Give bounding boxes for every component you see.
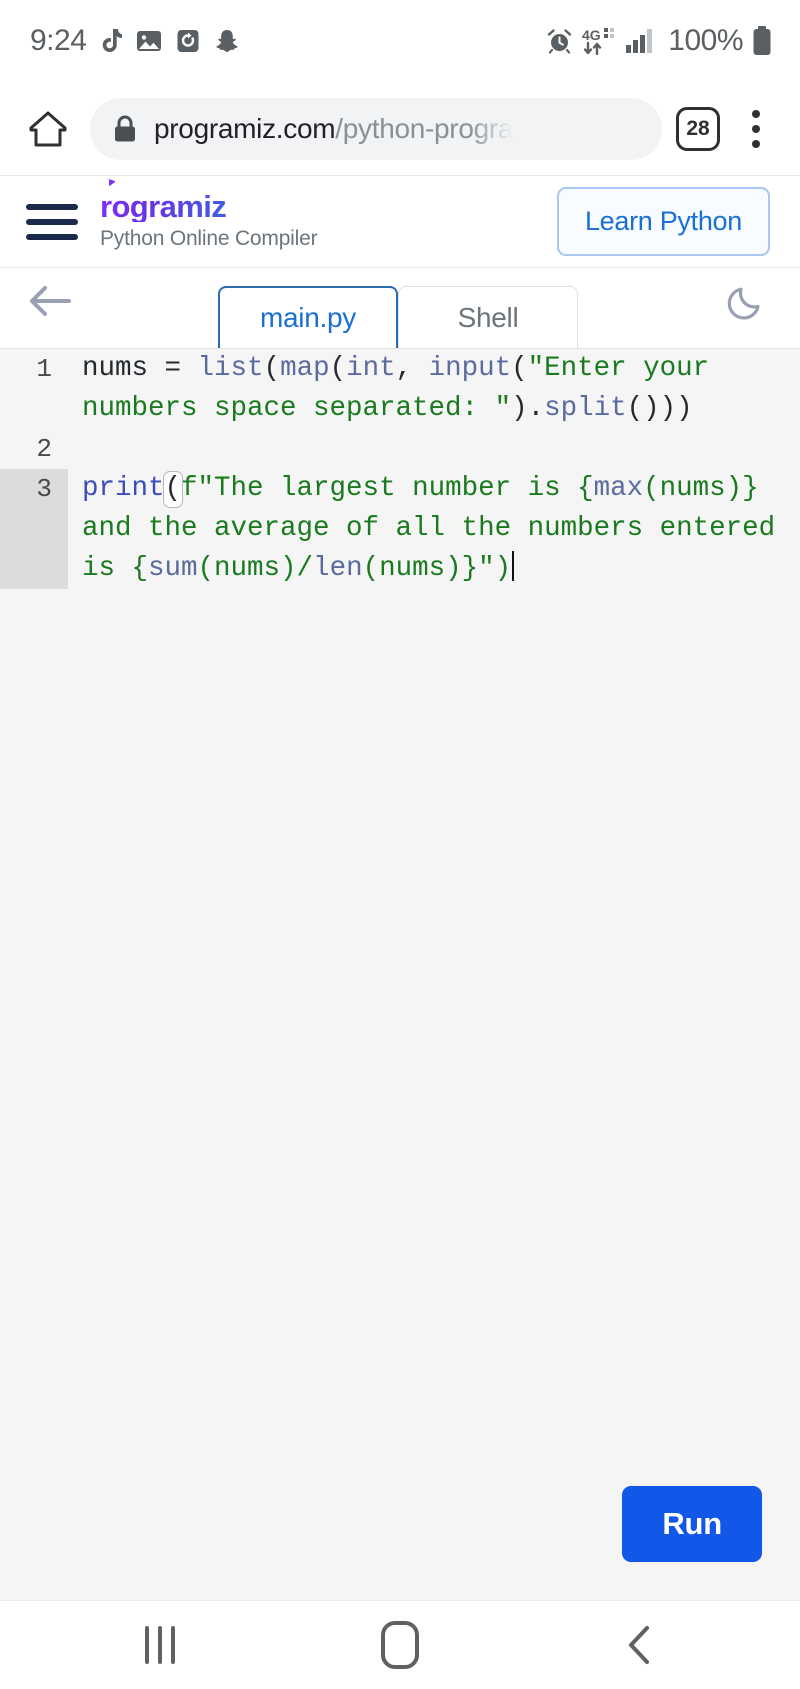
code-token-fstring-end: (nums)}") <box>362 553 512 584</box>
tab-count-button[interactable]: 28 <box>676 106 720 151</box>
alarm-clock-icon <box>546 28 573 55</box>
home-pill-icon[interactable] <box>350 1601 450 1689</box>
moon-dark-mode-icon[interactable] <box>718 268 774 348</box>
battery-icon <box>752 26 772 56</box>
status-time: 9:24 <box>30 24 87 57</box>
url-path: /python-progra <box>335 112 514 144</box>
code-token-eq: = <box>148 353 198 384</box>
code-token-int: int <box>346 353 396 384</box>
code-token-div: (nums)/ <box>197 553 314 584</box>
code-line-1[interactable]: 1 nums = list(map(int, input("Enter your… <box>0 349 800 429</box>
status-bar-left: 9:24 <box>30 24 240 58</box>
screen-recorder-icon <box>176 28 200 54</box>
android-nav-bar <box>0 1600 800 1689</box>
code-line-3[interactable]: 3 print(f"The largest number is {max (num… <box>0 469 800 589</box>
battery-percent-label: 100% <box>668 24 743 57</box>
status-bar-right: 4G 100% <box>546 24 772 58</box>
url-text: programiz.com/python-progra <box>154 113 513 145</box>
url-bar[interactable]: programiz.com/python-progra <box>90 97 662 160</box>
snapchat-ghost-icon <box>214 28 240 54</box>
home-icon[interactable] <box>20 101 76 157</box>
code-line-2-text[interactable] <box>68 429 800 469</box>
browser-toolbar: programiz.com/python-progra 28 <box>0 82 800 176</box>
brand-block: rogramiz Python Online Compiler <box>100 179 318 251</box>
tab-shell[interactable]: Shell <box>398 286 578 348</box>
code-token-fstring-start: f"The largest number is { <box>181 473 594 504</box>
line-number-2: 2 <box>36 434 52 464</box>
matching-bracket-highlight: ( <box>162 471 184 508</box>
code-token-split: split <box>544 393 627 424</box>
brand-text: rogramiz <box>100 189 227 225</box>
gallery-image-icon <box>136 28 162 54</box>
lock-icon <box>112 114 138 144</box>
learn-python-button[interactable]: Learn Python <box>556 187 770 256</box>
code-token-sum: sum <box>148 553 198 584</box>
file-tabs: main.py Shell <box>218 286 578 348</box>
tab-main-py[interactable]: main.py <box>218 286 398 348</box>
programiz-logo[interactable]: rogramiz <box>100 179 317 225</box>
phone-screen: 9:24 4G 100% programiz.com/python-progra… <box>0 0 800 1689</box>
code-editor[interactable]: 1 nums = list(map(int, input("Enter your… <box>0 348 800 1600</box>
site-header: rogramiz Python Online Compiler Learn Py… <box>0 176 800 268</box>
kebab-menu-icon[interactable] <box>734 104 778 154</box>
code-token-len: len <box>313 553 363 584</box>
code-token-print: print <box>82 473 165 504</box>
code-area[interactable]: 1 nums = list(map(int, input("Enter your… <box>0 349 800 589</box>
editor-tab-bar: main.py Shell <box>0 268 800 348</box>
text-cursor <box>512 551 515 581</box>
run-button-wrap: Run <box>622 1486 762 1562</box>
code-token-map: map <box>280 353 330 384</box>
back-arrow-icon[interactable] <box>22 268 78 348</box>
recents-icon[interactable] <box>110 1601 210 1689</box>
code-token-input: input <box>428 353 512 384</box>
tiktok-note-icon <box>100 28 123 54</box>
back-chevron-icon[interactable] <box>590 1601 690 1689</box>
code-token-list: list <box>197 353 264 384</box>
code-token-max: max <box>593 473 644 504</box>
signal-bars-icon <box>625 28 655 54</box>
svg-text:4G: 4G <box>582 27 601 43</box>
status-bar: 9:24 4G 100% <box>0 0 800 82</box>
hamburger-menu-icon[interactable] <box>26 203 78 240</box>
url-domain: programiz.com <box>154 112 336 144</box>
site-subtitle: Python Online Compiler <box>100 227 318 251</box>
4g-data-icon: 4G <box>582 27 616 55</box>
code-line-3-text[interactable]: print(f"The largest number is {max (nums)… <box>68 469 800 589</box>
code-token-var: nums <box>82 353 149 384</box>
code-line-1-text[interactable]: nums = list(map(int, input("Enter your n… <box>68 349 800 429</box>
line-number-3: 3 <box>0 469 68 589</box>
programiz-flag-icon <box>104 179 116 187</box>
run-button[interactable]: Run <box>622 1486 762 1562</box>
line-number-1: 1 <box>36 354 52 384</box>
code-line-2[interactable]: 2 <box>0 429 800 469</box>
